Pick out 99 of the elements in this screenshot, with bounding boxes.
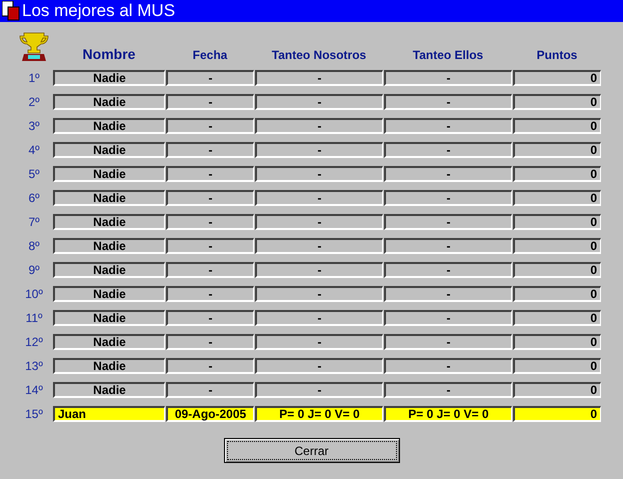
table-cell: - [384, 382, 512, 398]
table-cell: - [255, 262, 383, 278]
rank-label: 15º [24, 407, 44, 421]
table-cell: - [384, 190, 512, 206]
table-cell: - [384, 118, 512, 134]
table-cell: - [255, 166, 383, 182]
window-title: Los mejores al MUS [22, 1, 176, 21]
rank-label: 2º [27, 95, 41, 109]
trophy-icon [18, 30, 50, 62]
table-cell: 0 [513, 214, 601, 230]
table-cell: - [166, 214, 254, 230]
table-cell: P= 0 J= 0 V= 0 [255, 406, 383, 422]
table-cell: Nadie [53, 334, 165, 350]
table-cell: Nadie [53, 70, 165, 86]
rank-label: 14º [24, 383, 44, 397]
table-cell: 0 [513, 310, 601, 326]
table-cell: - [166, 118, 254, 134]
table-cell: - [166, 70, 254, 86]
rank-label: 7º [27, 215, 41, 229]
table-cell: - [166, 382, 254, 398]
table-cell: Nadie [53, 262, 165, 278]
table-cell: - [255, 382, 383, 398]
table-cell: - [255, 142, 383, 158]
table-cell: 0 [513, 166, 601, 182]
table-cell: - [166, 334, 254, 350]
table-cell: - [384, 70, 512, 86]
table-cell: - [255, 118, 383, 134]
rank-label: 1º [27, 71, 41, 85]
table-cell: Nadie [53, 358, 165, 374]
table-cell: 0 [513, 238, 601, 254]
table-cell: Nadie [53, 286, 165, 302]
rank-label: 6º [27, 191, 41, 205]
table-cell: - [384, 238, 512, 254]
table-cell: Nadie [53, 118, 165, 134]
table-cell: 0 [513, 190, 601, 206]
table-cell: - [166, 310, 254, 326]
table-cell: 0 [513, 94, 601, 110]
rank-label: 10º [24, 287, 44, 301]
table-cell: - [255, 94, 383, 110]
table-cell: Nadie [53, 310, 165, 326]
rank-label: 3º [27, 119, 41, 133]
table-cell: 0 [513, 262, 601, 278]
table-cell: 09-Ago-2005 [166, 406, 254, 422]
table-cell: - [384, 94, 512, 110]
table-cell: Nadie [53, 166, 165, 182]
table-cell: Nadie [53, 190, 165, 206]
table-cell: - [384, 214, 512, 230]
table-cell: - [166, 286, 254, 302]
table-cell: 0 [513, 406, 601, 422]
table-cell: - [166, 262, 254, 278]
table-cell: - [166, 190, 254, 206]
rank-label: 9º [27, 263, 41, 277]
column-header: Fecha [192, 48, 228, 62]
table-cell: - [255, 310, 383, 326]
table-cell: 0 [513, 70, 601, 86]
rank-label: 5º [27, 167, 41, 181]
table-cell: - [166, 238, 254, 254]
table-cell: - [166, 142, 254, 158]
table-cell: Juan [53, 406, 165, 422]
table-cell: - [384, 262, 512, 278]
table-cell: - [166, 166, 254, 182]
close-button[interactable]: Cerrar [224, 438, 400, 463]
table-cell: - [384, 166, 512, 182]
column-header: Tanteo Ellos [412, 48, 484, 62]
table-cell: 0 [513, 382, 601, 398]
rank-label: 8º [27, 239, 41, 253]
rank-label: 4º [27, 143, 41, 157]
table-cell: 0 [513, 118, 601, 134]
table-cell: 0 [513, 142, 601, 158]
table-cell: - [384, 286, 512, 302]
table-cell: Nadie [53, 238, 165, 254]
table-cell: - [166, 94, 254, 110]
table-cell: 0 [513, 358, 601, 374]
table-cell: - [255, 238, 383, 254]
table-cell: - [255, 334, 383, 350]
table-cell: - [384, 334, 512, 350]
table-cell: - [255, 70, 383, 86]
cards-icon [2, 1, 20, 21]
table-cell: - [384, 142, 512, 158]
column-header: Puntos [536, 48, 578, 62]
table-cell: - [384, 358, 512, 374]
table-cell: Nadie [53, 214, 165, 230]
table-cell: Nadie [53, 382, 165, 398]
table-cell: - [255, 190, 383, 206]
table-cell: Nadie [53, 142, 165, 158]
table-cell: P= 0 J= 0 V= 0 [384, 406, 512, 422]
column-header: Nombre [82, 46, 136, 62]
table-cell: - [255, 286, 383, 302]
table-cell: Nadie [53, 94, 165, 110]
table-cell: - [384, 310, 512, 326]
table-cell: 0 [513, 334, 601, 350]
rank-label: 13º [24, 359, 44, 373]
rank-label: 11º [24, 311, 44, 325]
table-cell: - [255, 358, 383, 374]
table-cell: - [255, 214, 383, 230]
table-cell: 0 [513, 286, 601, 302]
rank-label: 12º [24, 335, 44, 349]
table-cell: - [166, 358, 254, 374]
column-header: Tanteo Nosotros [270, 48, 368, 62]
